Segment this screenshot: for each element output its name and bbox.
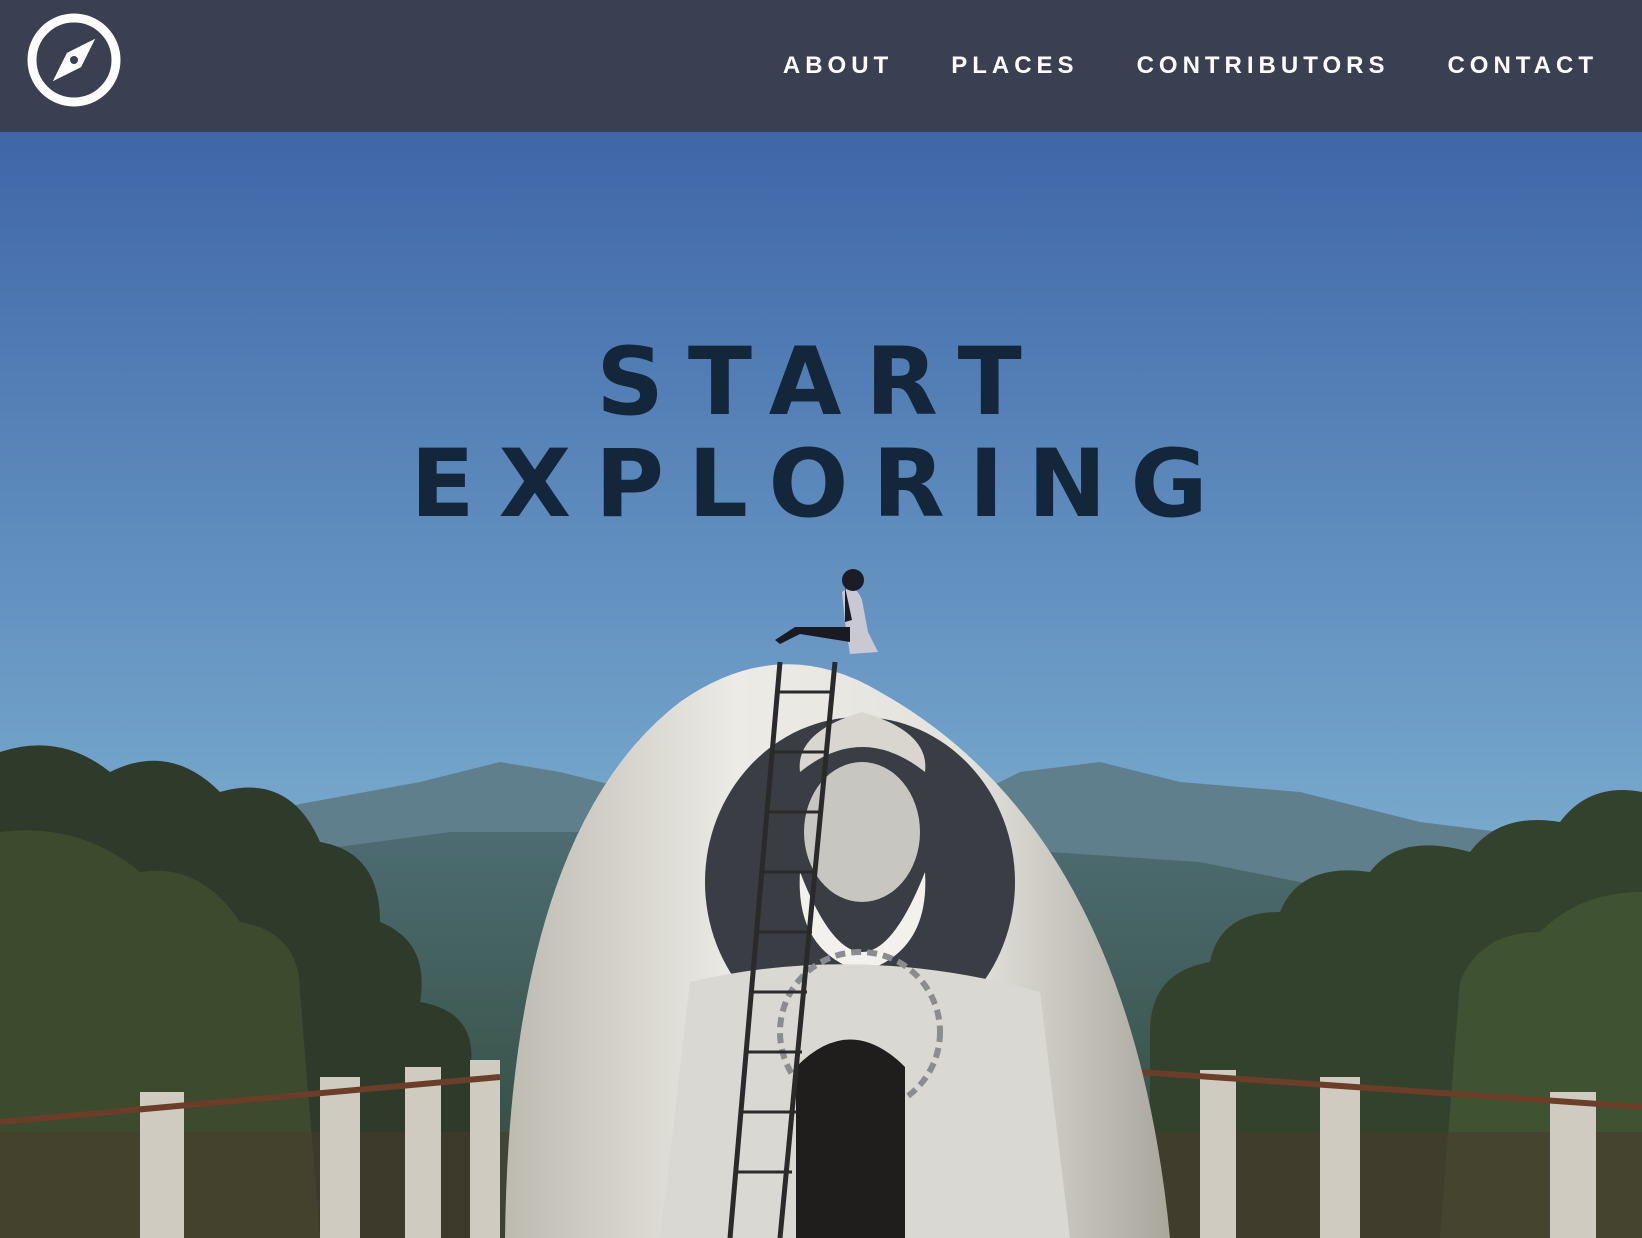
compass-icon: [27, 13, 121, 107]
hero-title-line-2: EXPLORING: [410, 430, 1232, 539]
compass-logo-icon[interactable]: [26, 12, 122, 108]
top-navbar: ABOUT PLACES CONTRIBUTORS CONTACT: [0, 0, 1642, 132]
nav-link-about[interactable]: ABOUT: [783, 48, 893, 84]
hero-background-image: [0, 132, 1642, 1238]
main-nav: ABOUT PLACES CONTRIBUTORS CONTACT: [725, 48, 1598, 84]
nav-link-contact[interactable]: CONTACT: [1447, 48, 1598, 84]
hero-section: START EXPLORING: [0, 132, 1642, 1238]
nav-link-places[interactable]: PLACES: [951, 48, 1078, 84]
nav-link-contributors[interactable]: CONTRIBUTORS: [1137, 48, 1390, 84]
hero-title: START EXPLORING: [0, 332, 1642, 536]
hero-title-line-1: START: [596, 328, 1046, 437]
